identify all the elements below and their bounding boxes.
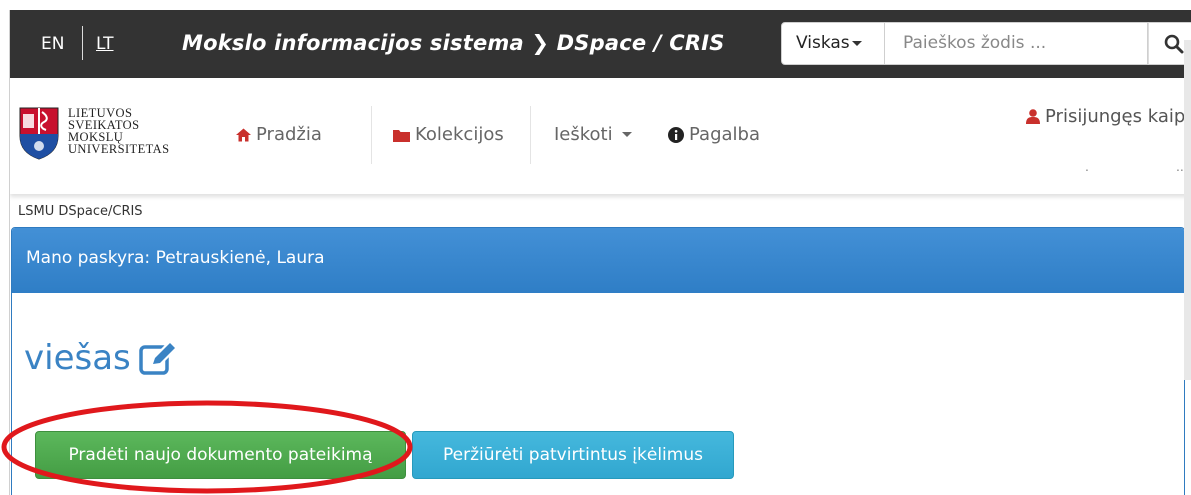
truncated-text: . (1085, 158, 1089, 174)
nav-help[interactable]: Pagalba (668, 124, 760, 145)
user-menu[interactable]: Prisijungęs kaip (1026, 106, 1185, 127)
search-scope-dropdown[interactable]: Viskas (781, 22, 885, 65)
search-placeholder: Paieškos žodis ... (903, 33, 1047, 53)
site-title[interactable]: Mokslo informacijos sistema ❯ DSpace / C… (182, 31, 725, 55)
search-icon (1164, 34, 1184, 54)
university-crest-logo[interactable] (18, 106, 60, 160)
chevron-down-icon (621, 132, 632, 137)
app-frame: EN LT Mokslo informacijos sistema ❯ DSpa… (9, 10, 1191, 495)
truncated-text: .. (1176, 158, 1184, 174)
lang-divider (82, 26, 83, 60)
search-input[interactable]: Paieškos žodis ... (885, 22, 1148, 65)
nav-divider (371, 106, 372, 164)
nav-search-label: Ieškoti (554, 124, 613, 145)
nav-help-label: Pagalba (689, 124, 760, 145)
view-accepted-uploads-button[interactable]: Peržiūrėti patvirtintus įkėlimus (412, 431, 734, 479)
nav-home-label: Pradžia (256, 124, 322, 145)
collection-title-text: viešas (24, 338, 131, 378)
folder-icon (393, 129, 410, 142)
breadcrumb[interactable]: LSMU DSpace/CRIS (18, 204, 143, 219)
info-icon (668, 126, 684, 143)
search-scope-label: Viskas (796, 33, 850, 53)
lang-lt-link[interactable]: LT (96, 34, 114, 54)
top-bar: EN LT Mokslo informacijos sistema ❯ DSpa… (10, 10, 1191, 78)
nav-search-dropdown[interactable]: Ieškoti (554, 124, 632, 145)
nav-home[interactable]: Pradžia (236, 124, 322, 145)
university-name: LIETUVOS SVEIKATOS MOKSLŲ UNIVERSITETAS (68, 107, 170, 156)
scrollbar[interactable] (1184, 40, 1191, 380)
collection-title: viešas (24, 338, 179, 378)
main-navbar: LIETUVOS SVEIKATOS MOKSLŲ UNIVERSITETAS … (10, 78, 1191, 194)
user-icon (1026, 109, 1040, 124)
user-menu-label: Prisijungęs kaip (1045, 106, 1186, 127)
lang-en-link[interactable]: EN (41, 34, 64, 54)
panel-heading: Mano paskyra: Petrauskienė, Laura (12, 228, 1184, 293)
account-panel: Mano paskyra: Petrauskienė, Laura viešas… (11, 227, 1185, 495)
nav-collections-label: Kolekcijos (415, 124, 504, 145)
nav-collections[interactable]: Kolekcijos (393, 124, 504, 145)
nav-divider (530, 106, 531, 164)
edit-icon[interactable] (139, 341, 179, 375)
logo-line: UNIVERSITETAS (68, 142, 170, 156)
chevron-down-icon (851, 40, 862, 46)
home-icon (236, 128, 251, 141)
start-submission-button[interactable]: Pradėti naujo dokumento pateikimą (35, 431, 406, 479)
